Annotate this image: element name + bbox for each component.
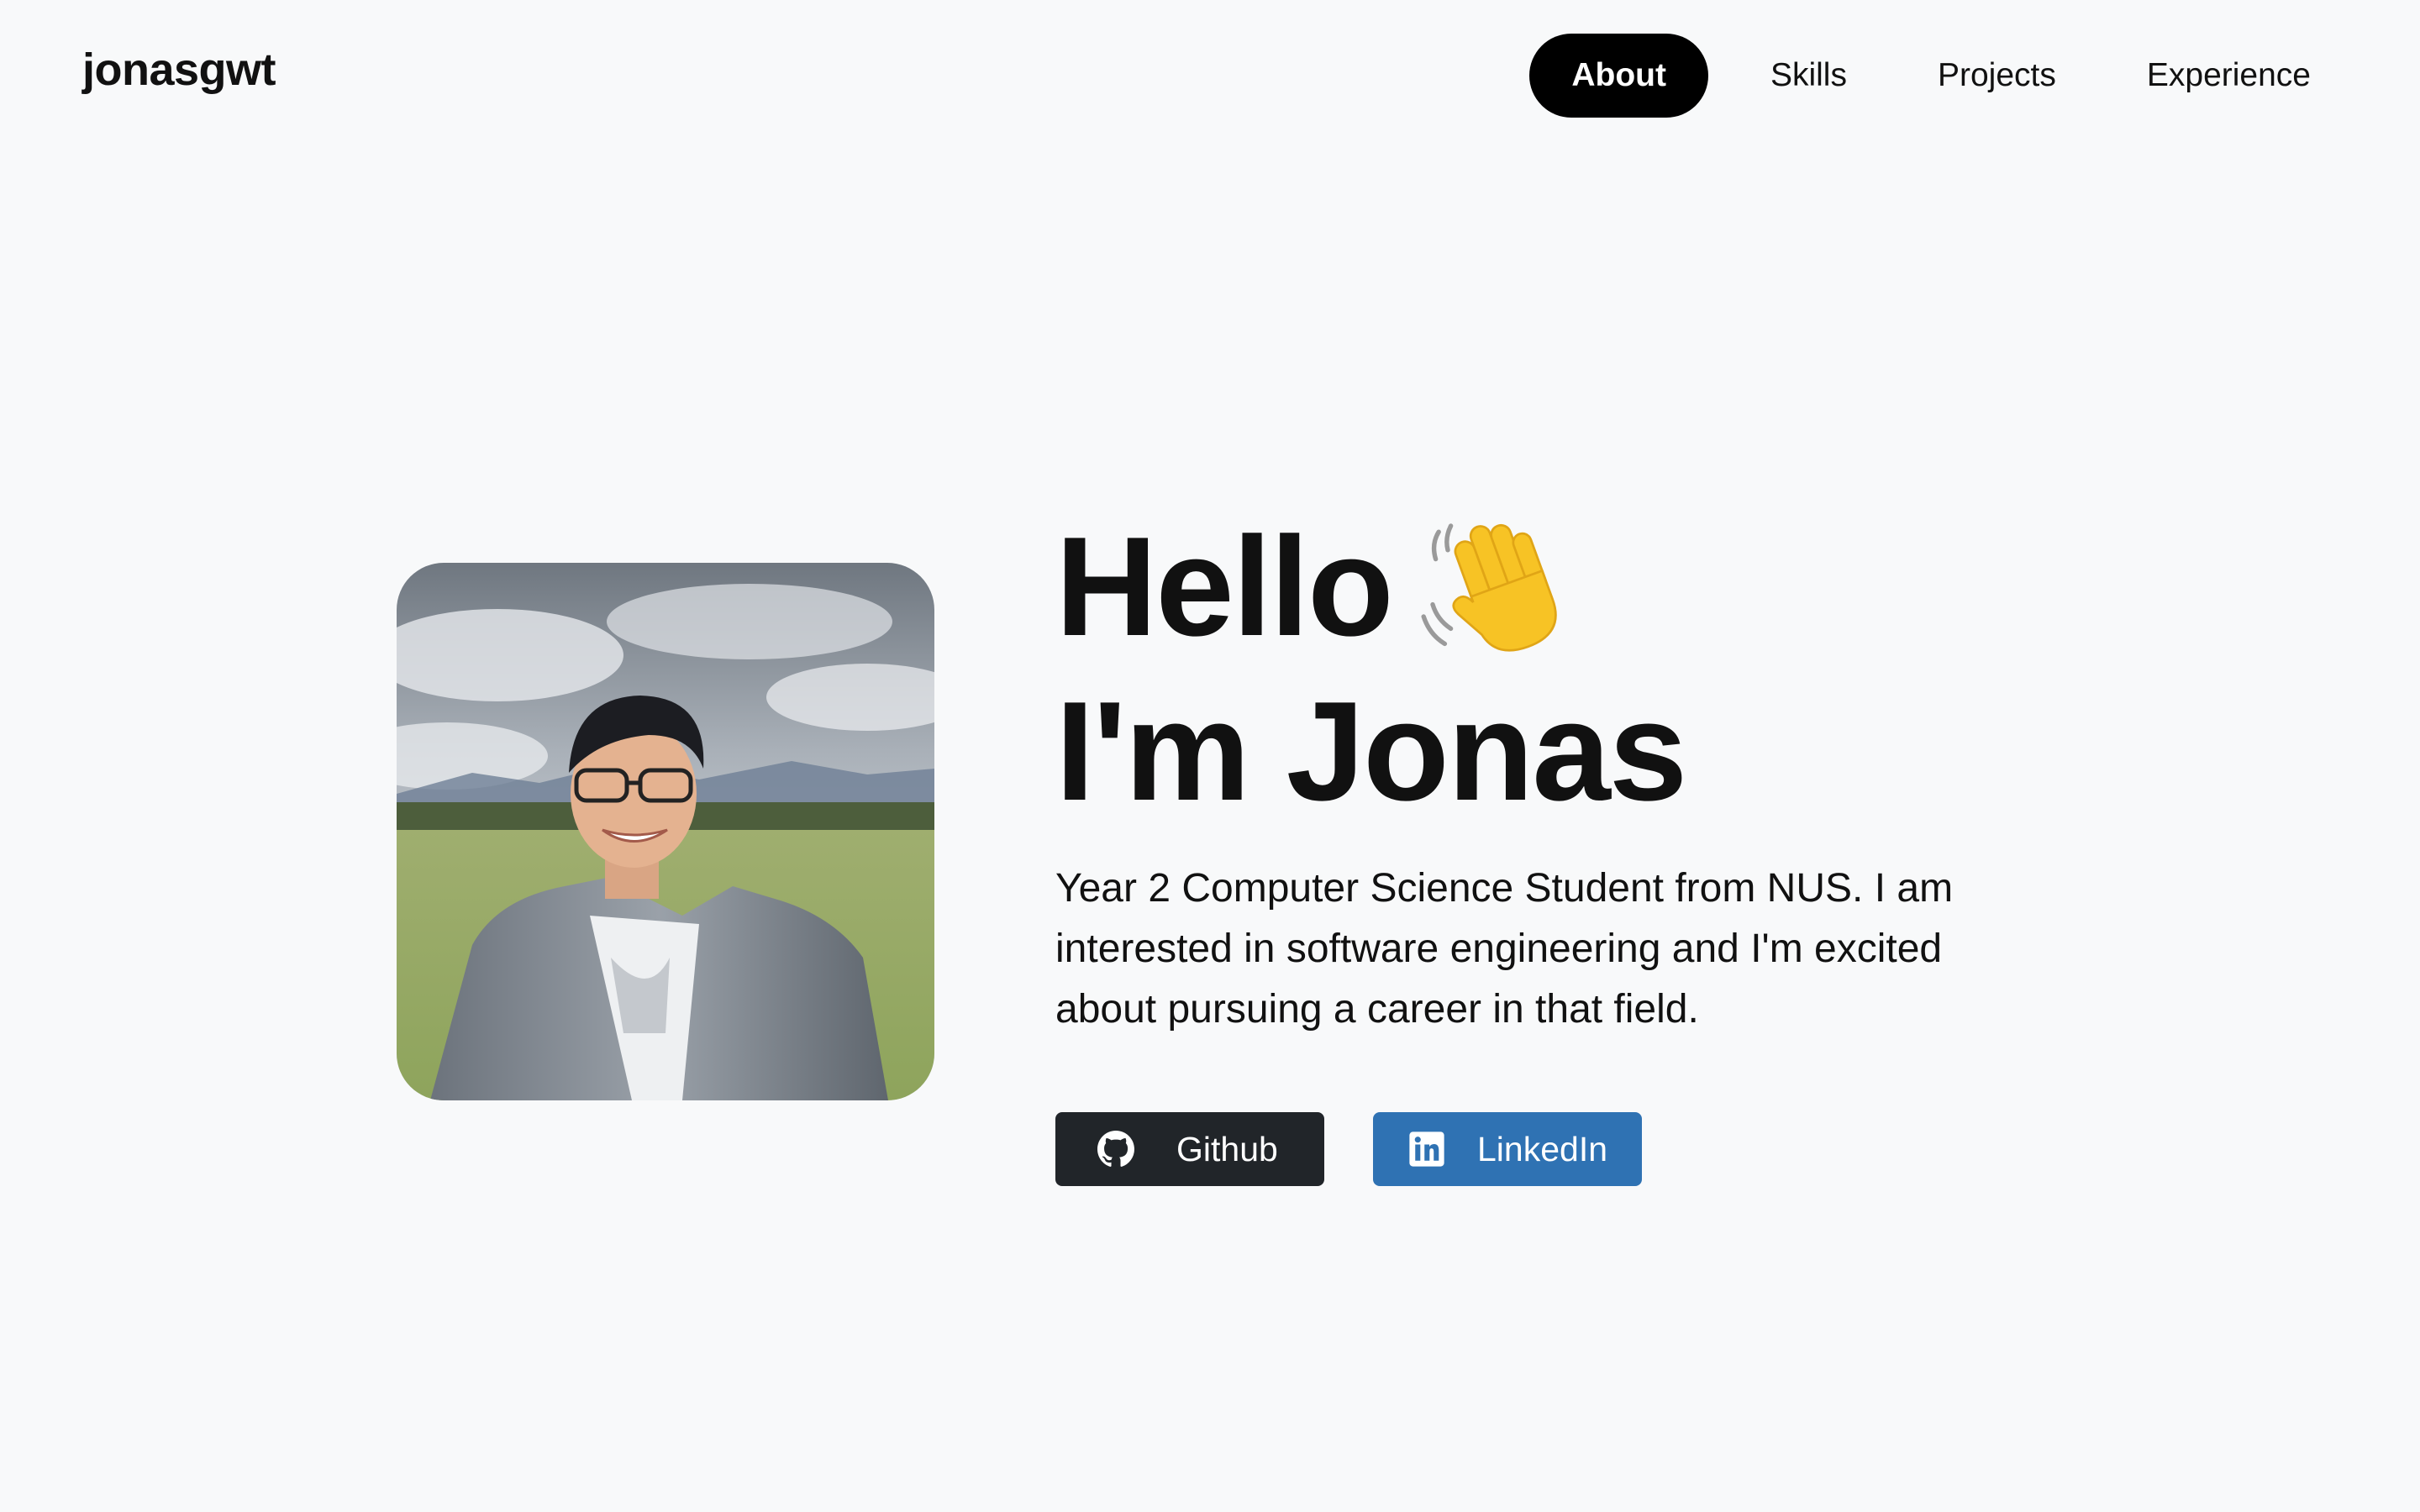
linkedin-label: LinkedIn <box>1477 1129 1608 1168</box>
linkedin-icon <box>1409 1131 1444 1167</box>
linkedin-button[interactable]: LinkedIn <box>1373 1112 1642 1186</box>
intro-paragraph: Year 2 Computer Science Student from NUS… <box>1055 866 1954 1032</box>
nav-about[interactable]: About <box>1529 34 1708 118</box>
nav-links: About Skills Projects Experience <box>1529 34 2339 118</box>
brand-logo[interactable]: jonasgwt <box>82 44 276 96</box>
github-label: Github <box>1176 1129 1278 1168</box>
navbar: jonasgwt About Skills Projects Experienc… <box>0 0 2420 151</box>
social-buttons: Github LinkedIn <box>1055 1112 2064 1186</box>
nav-experience[interactable]: Experience <box>2118 34 2339 118</box>
greeting-line: Hello <box>1055 504 2064 669</box>
greeting-text: Hello <box>1055 507 1394 665</box>
waving-hand-icon <box>1421 522 1557 652</box>
headline: Hello I'm Jonas <box>1055 504 2064 833</box>
name-line: I'm Jonas <box>1055 672 1687 830</box>
hero-section: Hello I'm Jonas Year 2 Computer Science … <box>397 504 2077 1186</box>
hero-text: Hello I'm Jonas Year 2 Computer Science … <box>1055 504 2064 1186</box>
github-icon <box>1097 1131 1134 1167</box>
profile-photo <box>397 563 934 1100</box>
github-button[interactable]: Github <box>1055 1112 1324 1186</box>
nav-skills[interactable]: Skills <box>1742 34 1876 118</box>
nav-projects[interactable]: Projects <box>1909 34 2085 118</box>
